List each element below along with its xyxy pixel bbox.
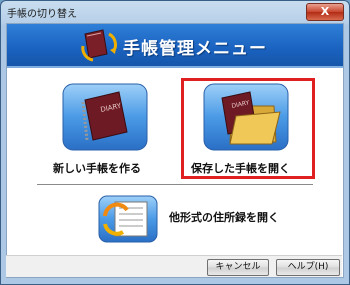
window-title: 手帳の切り替え: [7, 9, 77, 20]
new-diary-button[interactable]: DIARY: [61, 82, 149, 152]
header-banner: 手帳管理メニュー: [7, 24, 343, 66]
dialog-footer: キャンセル ヘルプ(H): [6, 255, 342, 277]
selection-highlight: [181, 78, 315, 179]
help-button[interactable]: ヘルプ(H): [276, 259, 340, 276]
cancel-button[interactable]: キャンセル: [207, 259, 269, 276]
new-diary-icon: DIARY: [62, 83, 148, 151]
banner-title: 手帳管理メニュー: [123, 39, 267, 59]
address-book-icon: [98, 195, 158, 243]
section-divider: [37, 184, 313, 185]
open-address-book-button[interactable]: [97, 194, 159, 244]
close-button[interactable]: X: [306, 3, 344, 21]
diary-switch-icon: [81, 29, 117, 62]
title-bar[interactable]: 手帳の切り替え X: [1, 1, 349, 23]
dialog-content: 手帳管理メニュー DIARY 新しい手帳を作る DIARY 保存した手帳を開く …: [6, 23, 344, 278]
banner-divider: [7, 66, 343, 68]
open-address-book-label[interactable]: 他形式の住所録を開く: [169, 209, 279, 225]
new-diary-label[interactable]: 新しい手帳を作る: [53, 160, 141, 176]
